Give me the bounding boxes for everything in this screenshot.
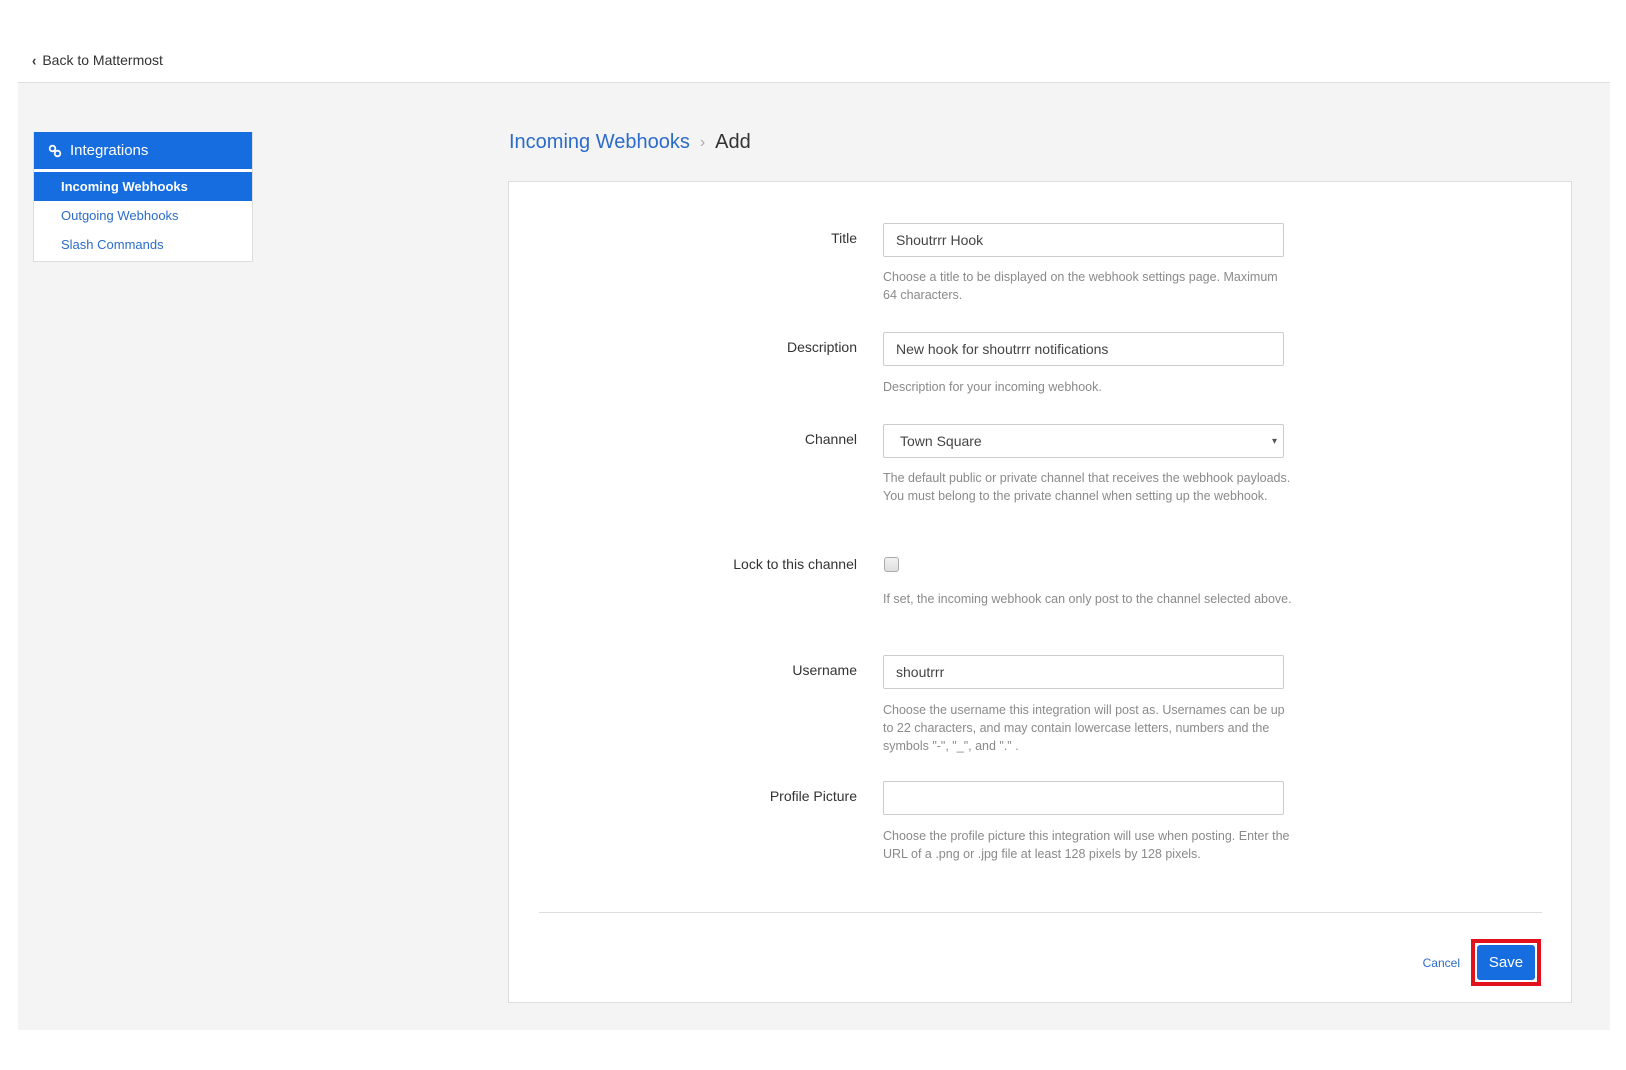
channel-select[interactable]: Town Square ▾	[883, 424, 1284, 458]
sidebar-header-label: Integrations	[70, 142, 149, 159]
channel-label: Channel	[804, 431, 857, 447]
title-input[interactable]	[883, 223, 1284, 257]
sidebar-item-outgoing-webhooks[interactable]: Outgoing Webhooks	[34, 201, 252, 230]
form-divider	[539, 912, 1542, 913]
channel-help: The default public or private channel th…	[883, 471, 1291, 503]
username-input[interactable]	[883, 655, 1284, 689]
breadcrumb-separator-icon: ›	[699, 133, 706, 151]
title-label: Title	[831, 230, 857, 246]
chevron-left-icon: ‹	[32, 51, 37, 69]
link-icon	[48, 144, 62, 157]
lock-channel-label: Lock to this channel	[733, 556, 857, 572]
profile-picture-help: Choose the profile picture this integrat…	[883, 829, 1290, 861]
description-label: Description	[786, 339, 857, 355]
page-title: Add	[715, 131, 751, 153]
integrations-sidebar: Integrations Incoming Webhooks Outgoing …	[33, 132, 253, 262]
chevron-down-icon: ▾	[1271, 435, 1277, 447]
form-actions: Cancel Save	[1423, 939, 1541, 986]
title-help: Choose a title to be displayed on the we…	[883, 270, 1278, 302]
channel-select-value: Town Square	[900, 433, 982, 449]
webhook-form-card: Title Choose a title to be displayed on …	[508, 181, 1572, 1003]
profile-picture-label: Profile Picture	[769, 788, 857, 804]
lock-channel-help: If set, the incoming webhook can only po…	[883, 592, 1292, 606]
back-link-label: Back to Mattermost	[42, 52, 163, 68]
back-to-mattermost-link[interactable]: ‹ Back to Mattermost	[32, 51, 163, 69]
lock-channel-checkbox[interactable]	[884, 557, 899, 572]
username-help: Choose the username this integration wil…	[883, 703, 1285, 753]
sidebar-item-slash-commands[interactable]: Slash Commands	[34, 230, 252, 259]
sidebar-header: Integrations	[34, 132, 252, 169]
breadcrumb: Incoming Webhooks › Add	[509, 131, 751, 154]
save-button[interactable]: Save	[1477, 945, 1535, 980]
save-highlight-box: Save	[1471, 939, 1541, 986]
profile-picture-input[interactable]	[883, 781, 1284, 815]
cancel-button[interactable]: Cancel	[1423, 956, 1460, 970]
breadcrumb-incoming-webhooks-link[interactable]: Incoming Webhooks	[509, 131, 690, 154]
description-help: Description for your incoming webhook.	[883, 380, 1102, 394]
sidebar-item-incoming-webhooks[interactable]: Incoming Webhooks	[34, 172, 252, 201]
username-label: Username	[792, 662, 857, 678]
description-input[interactable]	[883, 332, 1284, 366]
